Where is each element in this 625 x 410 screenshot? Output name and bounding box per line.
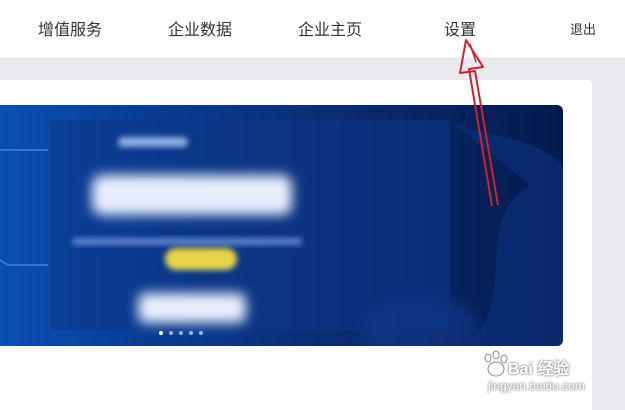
nav-value-added-services[interactable]: 增值服务 [38,16,102,40]
top-nav-bar: 增值服务 企业数据 企业主页 设置 退出 [0,0,625,59]
banner-blurred-artwork [0,105,563,346]
paw-logo-icon [484,350,508,377]
carousel-dot[interactable] [189,331,193,335]
nav-enterprise-data[interactable]: 企业数据 [168,16,232,40]
watermark-brand: Bai 经验 [508,361,570,378]
carousel-dot[interactable] [159,331,163,335]
carousel-dot[interactable] [169,331,173,335]
promo-banner-carousel[interactable] [0,105,563,346]
nav-enterprise-homepage[interactable]: 企业主页 [298,16,362,40]
baidu-jingyan-watermark: Bai 经验 jingyan.baidu.com [478,350,618,402]
logout-link[interactable]: 退出 [570,19,596,38]
carousel-dot[interactable] [179,331,183,335]
watermark-url: jingyan.baidu.com [488,379,585,393]
nav-settings[interactable]: 设置 [444,16,476,40]
carousel-indicators [159,331,203,335]
carousel-dot[interactable] [199,331,203,335]
